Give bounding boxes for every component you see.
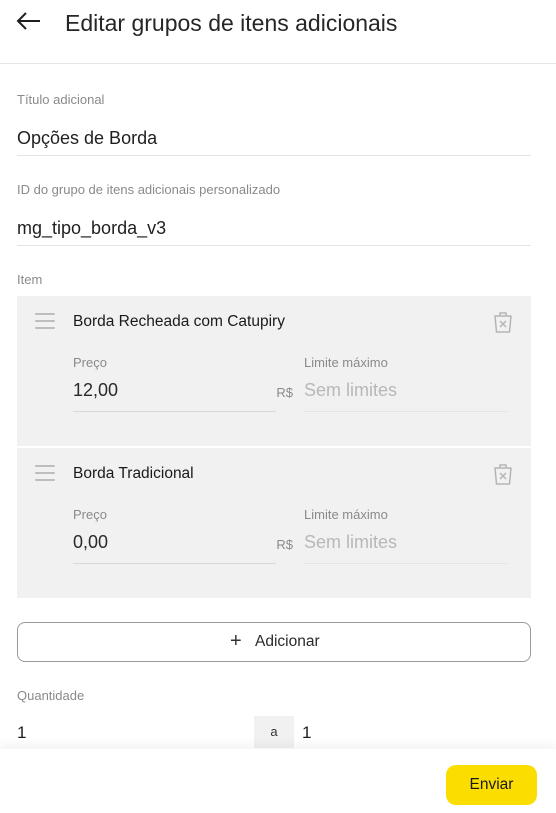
quantity-label: Quantidade [17, 688, 85, 703]
arrow-left-icon[interactable] [14, 8, 44, 36]
add-item-label: Adicionar [255, 633, 320, 650]
drag-handle-icon[interactable] [35, 313, 55, 329]
price-input[interactable]: 0,00 R$ [73, 530, 293, 564]
quantity-separator: a [254, 716, 294, 748]
id-field-underline [17, 245, 531, 246]
item-name[interactable]: Borda Recheada com Catupiry [73, 313, 285, 331]
plus-icon: + [230, 630, 242, 652]
title-field-label: Título adicional [17, 92, 105, 107]
page-title: Editar grupos de itens adicionais [65, 10, 398, 36]
quantity-max-input[interactable]: 1 [302, 723, 311, 743]
trash-icon[interactable] [491, 310, 515, 334]
currency-label: R$ [276, 537, 293, 552]
price-value: 12,00 [73, 380, 119, 400]
price-label: Preço [73, 507, 107, 522]
item-name[interactable]: Borda Tradicional [73, 465, 194, 483]
limit-label: Limite máximo [304, 355, 388, 370]
trash-icon[interactable] [491, 462, 515, 486]
footer-bar: Enviar [0, 749, 556, 813]
item-section-label: Item [17, 272, 43, 287]
price-value: 0,00 [73, 532, 109, 552]
limit-label: Limite máximo [304, 507, 388, 522]
title-field-underline [17, 155, 531, 156]
item-card: Borda Recheada com Catupiry Preço Limite… [17, 296, 531, 446]
id-field-label: ID do grupo de itens adicionais personal… [17, 182, 281, 197]
id-field[interactable]: mg_tipo_borda_v3 [17, 218, 166, 239]
item-card: Borda Tradicional Preço Limite máximo 0,… [17, 448, 531, 598]
price-input[interactable]: 12,00 R$ [73, 378, 293, 412]
limit-placeholder: Sem limites [304, 532, 398, 552]
title-field[interactable]: Opções de Borda [17, 128, 157, 149]
drag-handle-icon[interactable] [35, 465, 55, 481]
price-label: Preço [73, 355, 107, 370]
page-header: Editar grupos de itens adicionais [0, 0, 556, 64]
currency-label: R$ [276, 385, 293, 400]
quantity-min-input[interactable]: 1 [17, 723, 26, 743]
submit-button[interactable]: Enviar [446, 765, 537, 805]
limit-input[interactable]: Sem limites [304, 378, 507, 412]
limit-input[interactable]: Sem limites [304, 530, 507, 564]
limit-placeholder: Sem limites [304, 380, 398, 400]
add-item-button[interactable]: + Adicionar [17, 622, 531, 662]
